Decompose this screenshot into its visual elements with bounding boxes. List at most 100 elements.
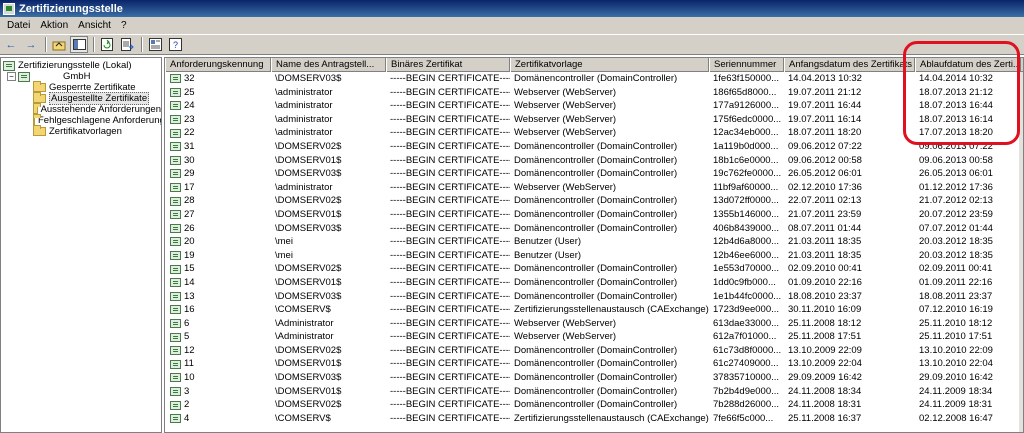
menu-ansicht[interactable]: Ansicht xyxy=(73,20,116,31)
table-row[interactable]: 26 \DOMSERV03$ -----BEGIN CERTIFICATE-----… xyxy=(165,222,1023,236)
collapse-icon[interactable]: − xyxy=(7,72,16,81)
column-header-serial-number[interactable]: Seriennummer xyxy=(709,58,784,72)
table-row[interactable]: 25 \administrator -----BEGIN CERTIFICATE--… xyxy=(165,86,1023,100)
export-list-icon[interactable] xyxy=(118,36,136,53)
table-row[interactable]: 3 \DOMSERV01$ -----BEGIN CERTIFICATE----- … xyxy=(165,385,1023,399)
certificate-icon xyxy=(170,237,181,247)
vertical-scrollbar[interactable] xyxy=(1019,72,1023,432)
table-row[interactable]: 22 \administrator -----BEGIN CERTIFICATE--… xyxy=(165,126,1023,140)
cell-serial-number: 61c27409000... xyxy=(713,358,779,370)
cell-serial-number: 186f65d8000... xyxy=(713,86,777,98)
table-row[interactable]: 30 \DOMSERV01$ -----BEGIN CERTIFICATE-----… xyxy=(165,154,1023,168)
cell-binary-certificate: -----BEGIN CERTIFICATE----- ... xyxy=(390,208,510,220)
folder-icon xyxy=(33,103,41,114)
table-row[interactable]: 20 \mei -----BEGIN CERTIFICATE----- ... Ben… xyxy=(165,235,1023,249)
table-row[interactable]: 31 \DOMSERV02$ -----BEGIN CERTIFICATE-----… xyxy=(165,140,1023,154)
certificate-icon xyxy=(170,183,181,193)
table-row[interactable]: 28 \DOMSERV02$ -----BEGIN CERTIFICATE-----… xyxy=(165,194,1023,208)
request-id-text: 27 xyxy=(184,208,195,220)
table-row[interactable]: 14 \DOMSERV01$ -----BEGIN CERTIFICATE-----… xyxy=(165,276,1023,290)
properties-icon[interactable] xyxy=(146,36,164,53)
cell-requester-name: \DOMSERV01$ xyxy=(275,276,342,288)
tree-folder-label[interactable]: Fehlgeschlagene Anforderungen xyxy=(38,115,161,126)
column-header-start-date[interactable]: Anfangsdatum des Zertifikats xyxy=(784,58,915,72)
certificate-icon xyxy=(170,332,181,342)
table-row[interactable]: 13 \DOMSERV03$ -----BEGIN CERTIFICATE-----… xyxy=(165,290,1023,304)
cell-start-date: 18.07.2011 18:20 xyxy=(788,127,862,139)
certificate-icon xyxy=(170,414,181,424)
tree-item-issued[interactable]: Ausgestellte Zertifikate xyxy=(1,92,161,105)
cell-requester-name: \mei xyxy=(275,249,293,261)
refresh-icon[interactable] xyxy=(98,36,116,53)
cell-start-date: 13.10.2009 22:04 xyxy=(788,358,862,370)
help-icon[interactable]: ? xyxy=(166,36,184,53)
cell-serial-number: 12ac34eb000... xyxy=(713,127,779,139)
tree-root-label[interactable]: Zertifizierungsstelle (Lokal) xyxy=(18,60,132,71)
request-id-text: 25 xyxy=(184,86,195,98)
folder-icon xyxy=(33,81,46,92)
tree-folder-label[interactable]: Zertifikatvorlagen xyxy=(49,126,122,137)
cell-binary-certificate: -----BEGIN CERTIFICATE----- ... xyxy=(390,168,510,180)
table-row[interactable]: 2 \DOMSERV02$ -----BEGIN CERTIFICATE----- … xyxy=(165,398,1023,412)
cell-serial-number: 19c762fe0000... xyxy=(713,168,782,180)
column-header-template[interactable]: Zertifikatvorlage xyxy=(510,58,709,72)
table-row[interactable]: 16 \COMSERV$ -----BEGIN CERTIFICATE----- .… xyxy=(165,303,1023,317)
cell-template: Domänencontroller (DomainController) xyxy=(514,73,678,84)
table-row[interactable]: 10 \DOMSERV03$ -----BEGIN CERTIFICATE-----… xyxy=(165,371,1023,385)
cell-expiry-date: 25.11.2010 18:12 xyxy=(919,317,993,329)
table-row[interactable]: 19 \mei -----BEGIN CERTIFICATE----- ... Ben… xyxy=(165,249,1023,263)
toolbar-separator xyxy=(93,37,95,52)
table-row[interactable]: 5 \Administrator -----BEGIN CERTIFICATE---… xyxy=(165,330,1023,344)
cell-request-id: 12 xyxy=(165,344,271,358)
column-header-binary-certificate[interactable]: Binäres Zertifikat xyxy=(386,58,510,72)
menu-datei[interactable]: Datei xyxy=(2,20,35,31)
cell-requester-name: \DOMSERV02$ xyxy=(275,140,342,152)
tree-ca-label[interactable]: GmbH xyxy=(33,71,90,82)
table-row[interactable]: 6 \Administrator -----BEGIN CERTIFICATE---… xyxy=(165,317,1023,331)
cell-requester-name: \administrator xyxy=(275,127,333,139)
table-row[interactable]: 23 \administrator -----BEGIN CERTIFICATE--… xyxy=(165,113,1023,127)
cell-serial-number: 613dae33000... xyxy=(713,317,780,329)
cell-expiry-date: 02.09.2011 00:41 xyxy=(919,263,993,275)
certificate-list: Anforderungskennung Name des Antragstell… xyxy=(164,57,1024,433)
forward-arrow-icon[interactable]: → xyxy=(22,36,40,53)
column-header-expiry-date[interactable]: Ablaufdatum des Zerti... xyxy=(915,58,1021,72)
cell-requester-name: \DOMSERV01$ xyxy=(275,208,342,220)
cell-requester-name: \DOMSERV01$ xyxy=(275,358,342,370)
table-row[interactable]: 17 \administrator -----BEGIN CERTIFICATE--… xyxy=(165,181,1023,195)
certificate-icon xyxy=(170,101,181,111)
certificate-icon xyxy=(170,210,181,220)
column-header-request-id[interactable]: Anforderungskennung xyxy=(165,58,271,72)
tree-item-root[interactable]: Zertifizierungsstelle (Lokal) xyxy=(1,60,161,71)
certificate-icon xyxy=(170,400,181,410)
table-row[interactable]: 32 \DOMSERV03$ -----BEGIN CERTIFICATE-----… xyxy=(165,72,1023,86)
table-row[interactable]: 11 \DOMSERV01$ -----BEGIN CERTIFICATE-----… xyxy=(165,357,1023,371)
request-id-text: 16 xyxy=(184,304,195,316)
show-hide-tree-icon[interactable] xyxy=(70,36,88,53)
table-row[interactable]: 27 \DOMSERV01$ -----BEGIN CERTIFICATE-----… xyxy=(165,208,1023,222)
tree-item-ca[interactable]: − GmbH xyxy=(1,71,161,82)
cell-start-date: 21.03.2011 18:35 xyxy=(788,249,862,261)
table-row[interactable]: 29 \DOMSERV03$ -----BEGIN CERTIFICATE-----… xyxy=(165,167,1023,181)
cell-start-date: 09.06.2012 00:58 xyxy=(788,154,862,166)
cell-request-id: 20 xyxy=(165,235,271,249)
cell-request-id: 25 xyxy=(165,86,271,100)
cell-requester-name: \Administrator xyxy=(275,331,334,343)
table-row[interactable]: 15 \DOMSERV02$ -----BEGIN CERTIFICATE-----… xyxy=(165,262,1023,276)
menu-help[interactable]: ? xyxy=(116,20,132,31)
tree-item-pending[interactable]: Ausstehende Anforderungen xyxy=(1,103,161,115)
table-row[interactable]: 4 \COMSERV$ -----BEGIN CERTIFICATE----- ..… xyxy=(165,412,1023,426)
list-header: Anforderungskennung Name des Antragstell… xyxy=(165,58,1023,72)
up-folder-icon[interactable] xyxy=(50,36,68,53)
tree-item-failed[interactable]: Fehlgeschlagene Anforderungen xyxy=(1,114,161,126)
menu-aktion[interactable]: Aktion xyxy=(35,20,73,31)
cell-serial-number: 1fe63f150000... xyxy=(713,73,780,84)
table-row[interactable]: 24 \administrator -----BEGIN CERTIFICATE--… xyxy=(165,99,1023,113)
table-row[interactable]: 12 \DOMSERV02$ -----BEGIN CERTIFICATE-----… xyxy=(165,344,1023,358)
tree-item-templates[interactable]: Zertifikatvorlagen xyxy=(1,125,161,137)
tree-folder-label[interactable]: Ausstehende Anforderungen xyxy=(41,104,161,115)
column-header-requester-name[interactable]: Name des Antragstell... xyxy=(271,58,386,72)
back-arrow-icon[interactable]: ← xyxy=(2,36,20,53)
cell-template: Benutzer (User) xyxy=(514,249,582,261)
cell-template: Domänencontroller (DomainController) xyxy=(514,263,678,275)
